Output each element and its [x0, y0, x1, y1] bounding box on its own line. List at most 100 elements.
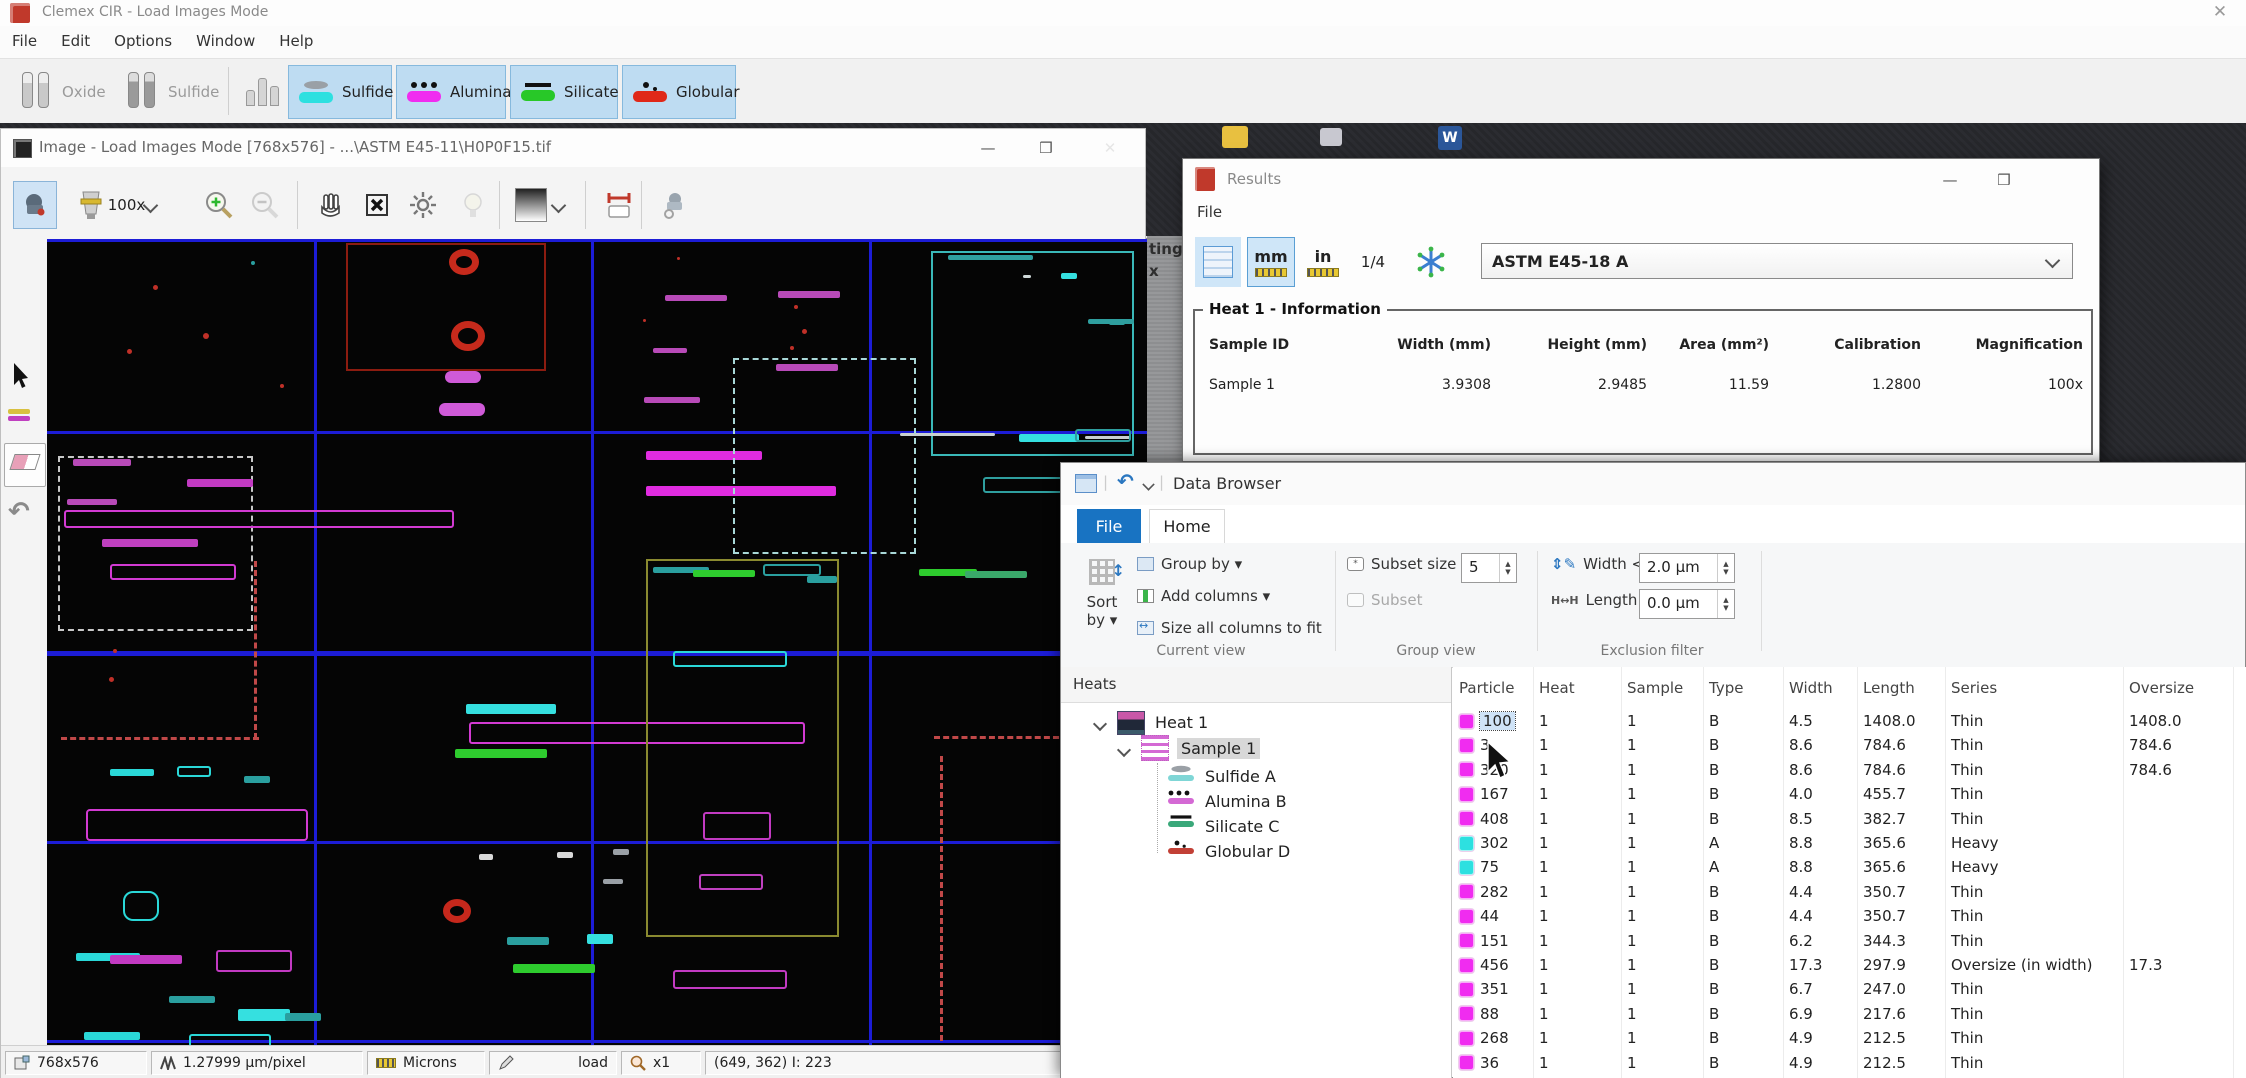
particle-cell[interactable]: 351 — [1459, 980, 1539, 998]
column-header-series[interactable]: Series — [1951, 679, 2129, 697]
spinner-arrows-icon[interactable]: ▲▼ — [1717, 554, 1734, 582]
histogram-button[interactable] — [238, 67, 290, 117]
units-mm-button[interactable]: mm — [1247, 237, 1295, 287]
particle-id[interactable]: 36 — [1480, 1054, 1499, 1072]
table-row[interactable]: 311B8.6784.6Thin784.6 — [1453, 733, 2246, 757]
particle-id[interactable]: 268 — [1480, 1029, 1509, 1047]
maximize-icon[interactable]: ❒ — [1031, 135, 1061, 161]
pointer-capture-button[interactable] — [13, 181, 57, 229]
column-header-length[interactable]: Length — [1863, 679, 1951, 697]
table-row[interactable]: 3611B4.9212.5Thin — [1453, 1051, 2246, 1075]
zoom-in-button[interactable] — [197, 181, 241, 229]
word-icon[interactable]: W — [1438, 126, 1462, 150]
particle-id[interactable]: 282 — [1480, 883, 1509, 901]
particle-cell[interactable]: 282 — [1459, 883, 1539, 901]
table-row[interactable]: 26811B4.9212.5Thin — [1453, 1026, 2246, 1050]
desktop-folder-icon[interactable] — [1222, 126, 1248, 148]
eraser-tool-button[interactable] — [4, 443, 46, 487]
micrograph-canvas[interactable] — [47, 239, 1147, 1045]
objective-selector[interactable]: 100x — [65, 181, 165, 229]
particle-id[interactable]: 351 — [1480, 980, 1509, 998]
sort-by-button[interactable]: Sort by ▾ — [1077, 553, 1127, 649]
zoom-out-button[interactable] — [243, 181, 287, 229]
report-table-button[interactable] — [1195, 237, 1241, 287]
process-button[interactable] — [401, 181, 445, 229]
detection-button-globular[interactable]: Globular — [622, 65, 736, 119]
oxide-button[interactable]: Oxide — [14, 67, 114, 117]
column-header-oversize[interactable]: Oversize — [2129, 679, 2239, 697]
table-row[interactable]: 16711B4.0455.7Thin — [1453, 782, 2246, 806]
chevron-down-icon[interactable] — [1142, 478, 1154, 490]
units-in-button[interactable]: in — [1301, 237, 1345, 287]
particle-cell[interactable]: 408 — [1459, 810, 1539, 828]
tree-item-alumina-b[interactable]: Alumina B — [1205, 792, 1287, 811]
particle-cell[interactable]: 88 — [1459, 1005, 1539, 1023]
panel-divider[interactable] — [1451, 667, 1452, 1078]
tree-item-silicate-c[interactable]: Silicate C — [1205, 817, 1279, 836]
subset-size-spinner[interactable]: 5 ▲▼ — [1461, 553, 1517, 583]
size-columns-button[interactable]: Size all columns to fit — [1137, 619, 1322, 637]
tree-item-globular-d[interactable]: Globular D — [1205, 842, 1290, 861]
column-header-width[interactable]: Width — [1789, 679, 1863, 697]
menu-item-file[interactable]: File — [0, 32, 49, 50]
particle-cell[interactable]: 75 — [1459, 858, 1539, 876]
table-row[interactable]: 7511A8.8365.6Heavy — [1453, 855, 2246, 879]
detection-button-alumina[interactable]: Alumina — [396, 65, 506, 119]
maximize-icon[interactable]: ❒ — [1989, 167, 2019, 193]
column-header-particle[interactable]: Particle — [1459, 679, 1539, 697]
expander-icon[interactable] — [1093, 717, 1107, 731]
illumination-button[interactable] — [451, 181, 495, 229]
table-row[interactable]: 32011B8.6784.6Thin784.6 — [1453, 758, 2246, 782]
particle-cell[interactable]: 302 — [1459, 834, 1539, 852]
undo-icon[interactable]: ↶ — [1117, 472, 1134, 490]
detection-button-sulfide[interactable]: Sulfide — [288, 65, 392, 119]
group-by-button[interactable]: Group by ▾ — [1137, 555, 1242, 573]
tree-item-sample[interactable]: Sample 1 — [1177, 739, 1260, 758]
tree-item-heat[interactable]: Heat 1 — [1155, 713, 1208, 732]
particle-id[interactable]: 151 — [1480, 932, 1509, 950]
table-row[interactable]: 15111B6.2344.3Thin — [1453, 929, 2246, 953]
menu-item-help[interactable]: Help — [267, 32, 325, 50]
particle-cell[interactable]: 44 — [1459, 907, 1539, 925]
close-icon[interactable]: ✕ — [2208, 2, 2232, 22]
detection-button-silicate[interactable]: Silicate — [510, 65, 618, 119]
add-columns-button[interactable]: Add columns ▾ — [1137, 587, 1270, 605]
particle-id[interactable]: 100 — [1480, 712, 1515, 730]
table-row[interactable]: 30211A8.8365.6Heavy — [1453, 831, 2246, 855]
particle-cell[interactable]: 456 — [1459, 956, 1539, 974]
table-row[interactable]: 45611B17.3297.9Oversize (in width)17.3 — [1453, 953, 2246, 977]
calibration-button[interactable] — [597, 181, 641, 229]
particle-id[interactable]: 44 — [1480, 907, 1499, 925]
spinner-arrows-icon[interactable]: ▲▼ — [1717, 590, 1734, 618]
particle-cell[interactable]: 151 — [1459, 932, 1539, 950]
menu-item-options[interactable]: Options — [102, 32, 184, 50]
refresh-fields-button[interactable] — [1407, 237, 1455, 287]
table-row[interactable]: 28211B4.4350.7Thin — [1453, 880, 2246, 904]
column-header-type[interactable]: Type — [1709, 679, 1789, 697]
expander-icon[interactable] — [1117, 743, 1131, 757]
particle-cell[interactable]: 268 — [1459, 1029, 1539, 1047]
column-header-heat[interactable]: Heat — [1539, 679, 1627, 697]
table-row[interactable]: 8811B6.9217.6Thin — [1453, 1002, 2246, 1026]
spinner-arrows-icon[interactable]: ▲▼ — [1499, 554, 1516, 582]
table-row[interactable]: 4411B4.4350.7Thin — [1453, 904, 2246, 928]
desktop-file-icon[interactable] — [1320, 128, 1342, 146]
particle-id[interactable]: 408 — [1480, 810, 1509, 828]
table-row[interactable]: 40811B8.5382.7Thin — [1453, 807, 2246, 831]
particle-cell[interactable]: 167 — [1459, 785, 1539, 803]
marker-tool-icon[interactable] — [8, 407, 30, 423]
particle-id[interactable]: 302 — [1480, 834, 1509, 852]
undo-icon[interactable]: ↶ — [8, 497, 30, 527]
particle-id[interactable]: 88 — [1480, 1005, 1499, 1023]
camera-settings-button[interactable] — [651, 181, 695, 229]
particle-cell[interactable]: 100 — [1459, 712, 1539, 730]
column-header-sample[interactable]: Sample — [1627, 679, 1709, 697]
results-file-menu[interactable]: File — [1197, 203, 1222, 221]
standard-select[interactable]: ASTM E45-18 A — [1481, 243, 2073, 279]
tab-home[interactable]: Home — [1149, 509, 1225, 543]
pan-button[interactable] — [309, 181, 353, 229]
tree-item-sulfide-a[interactable]: Sulfide A — [1205, 767, 1276, 786]
particle-cell[interactable]: 36 — [1459, 1054, 1539, 1072]
table-row[interactable]: 10011B4.51408.0Thin1408.0 — [1453, 709, 2246, 733]
particle-id[interactable]: 456 — [1480, 956, 1509, 974]
